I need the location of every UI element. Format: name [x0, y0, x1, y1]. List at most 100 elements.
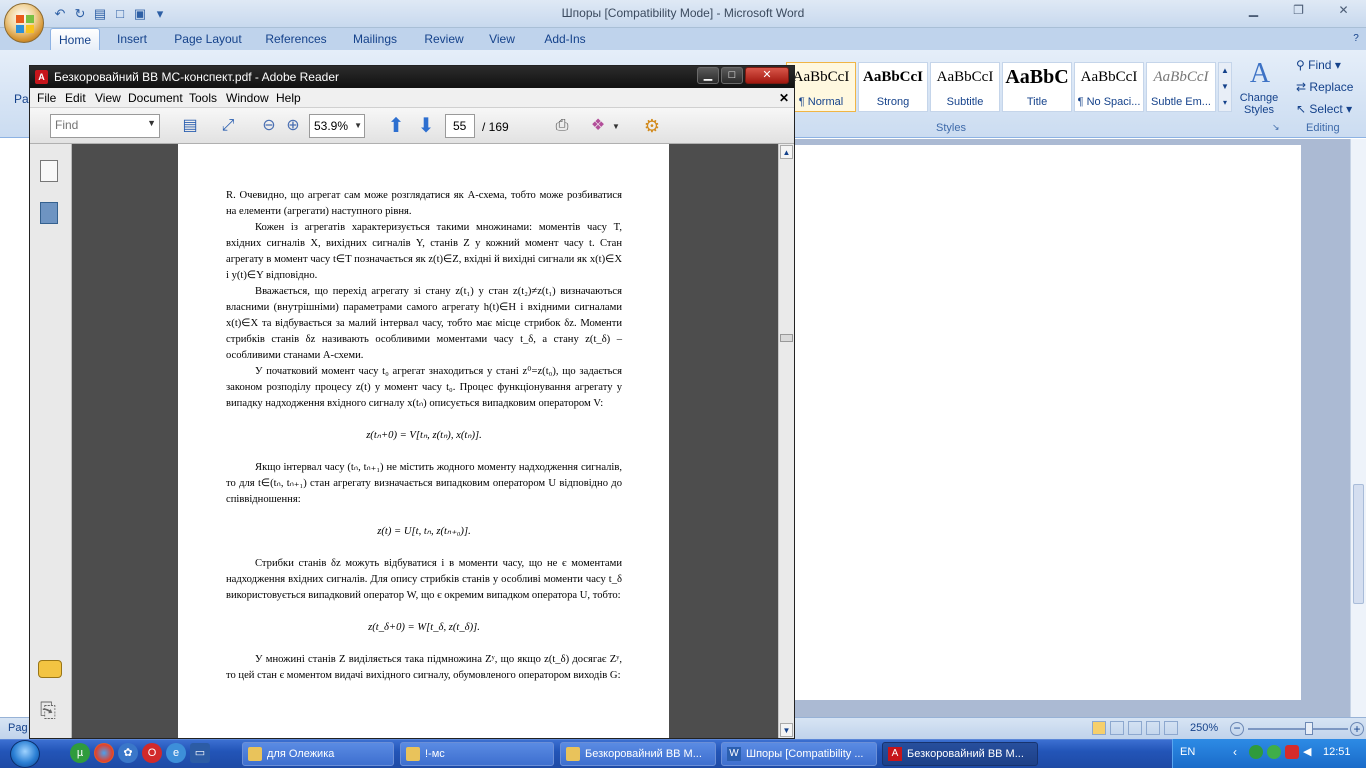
explorer-quicklaunch-icon[interactable]: ✿	[118, 743, 138, 763]
reader-maximize-icon[interactable]: □	[721, 67, 743, 84]
word-scroll-thumb[interactable]	[1353, 484, 1364, 604]
zoom-level[interactable]: 250%	[1190, 722, 1218, 734]
style-strong[interactable]: AaBbCcI Strong	[858, 62, 928, 112]
skype-tray-icon[interactable]	[1267, 745, 1281, 759]
change-styles-button[interactable]: Change Styles	[1234, 92, 1284, 116]
tray-expand-icon[interactable]: ‹	[1233, 745, 1237, 759]
start-button[interactable]	[0, 739, 56, 768]
tab-view[interactable]: View	[482, 28, 522, 50]
antivirus-tray-icon[interactable]	[1285, 745, 1299, 759]
taskbar-button-folder-olezhyk[interactable]: для Олежика	[242, 742, 394, 766]
zoom-slider-thumb[interactable]	[1305, 722, 1313, 735]
close-icon[interactable]: ✕	[1321, 0, 1366, 22]
previous-page-icon[interactable]: ⬆	[385, 116, 407, 136]
styles-gallery-scroll[interactable]: ▲ ▼ ▾	[1218, 62, 1232, 112]
paste-label[interactable]: Pa	[14, 92, 29, 106]
document-close-icon[interactable]: ✕	[779, 91, 789, 105]
taskbar-button-folder-ms[interactable]: !-мс	[400, 742, 554, 766]
chrome-icon[interactable]	[94, 743, 114, 763]
share-icon[interactable]: ❖	[587, 116, 609, 136]
find-box[interactable]: ▼	[50, 114, 160, 138]
scroll-down-icon[interactable]: ▼	[780, 723, 793, 737]
tab-add-ins[interactable]: Add-Ins	[534, 28, 596, 50]
find-input[interactable]	[51, 115, 143, 135]
utorrent-icon[interactable]: µ	[70, 743, 90, 763]
next-page-icon[interactable]: ⬇	[415, 116, 437, 136]
menu-file[interactable]: File	[37, 91, 56, 105]
full-screen-icon[interactable]	[1110, 721, 1124, 735]
status-page[interactable]: Pag	[8, 722, 28, 734]
office-button[interactable]	[4, 3, 44, 43]
share-dropdown-icon[interactable]: ▼	[612, 122, 620, 131]
clock[interactable]: 12:51	[1323, 746, 1351, 758]
word-document-page[interactable]	[795, 145, 1301, 700]
print-icon[interactable]: ⎙	[551, 116, 573, 136]
language-indicator[interactable]: EN	[1180, 746, 1195, 758]
pdf-page[interactable]: R. Очевидно, що агрегат сам може розгляд…	[178, 144, 669, 738]
reader-minimize-icon[interactable]: ▁	[697, 67, 719, 84]
tab-mailings[interactable]: Mailings	[344, 28, 406, 50]
style-subtle-emphasis[interactable]: AaBbCcI Subtle Em...	[1146, 62, 1216, 112]
menu-view[interactable]: View	[95, 91, 121, 105]
menu-tools[interactable]: Tools	[189, 91, 217, 105]
select-button[interactable]: ↖ Select ▾	[1296, 102, 1352, 116]
zoom-in-icon[interactable]: +	[1350, 722, 1364, 736]
taskbar-button-reader-active[interactable]: A Безкоровайний ВВ М...	[882, 742, 1038, 766]
style-subtitle[interactable]: AaBbCcI Subtitle	[930, 62, 1000, 112]
pages-panel-icon[interactable]	[40, 160, 58, 182]
word-vertical-scrollbar[interactable]	[1350, 139, 1366, 717]
customize-qat-icon[interactable]: ▾	[152, 6, 168, 22]
zoom-dropdown-icon[interactable]: ▼	[354, 121, 362, 130]
attachments-panel-icon[interactable]: ⎘	[40, 700, 56, 723]
replace-button[interactable]: ⇄ Replace	[1296, 80, 1353, 94]
zoom-in-icon[interactable]: ⊕	[282, 116, 304, 136]
print-layout-icon[interactable]	[1092, 721, 1106, 735]
tab-references[interactable]: References	[258, 28, 334, 50]
taskbar-button-word[interactable]: W Шпоры [Compatibility ...	[721, 742, 877, 766]
zoom-field[interactable]: 53.9% ▼	[309, 114, 365, 138]
zoom-out-icon[interactable]: −	[1230, 722, 1244, 736]
volume-icon[interactable]: ◀	[1303, 745, 1317, 759]
taskbar-button-reader-1[interactable]: Безкоровайний ВВ М...	[560, 742, 716, 766]
show-desktop-icon[interactable]: ▭	[190, 743, 210, 763]
redo-icon[interactable]: ↻	[72, 6, 88, 22]
internet-explorer-icon[interactable]: e	[166, 743, 186, 763]
menu-help[interactable]: Help	[276, 91, 301, 105]
utorrent-tray-icon[interactable]	[1249, 745, 1263, 759]
menu-window[interactable]: Window	[226, 91, 269, 105]
zoom-slider[interactable]	[1248, 728, 1348, 730]
find-dropdown-icon[interactable]: ▼	[147, 118, 156, 128]
restore-icon[interactable]: ❐	[1276, 0, 1321, 22]
web-layout-icon[interactable]	[1128, 721, 1142, 735]
help-icon[interactable]: ?	[1348, 28, 1364, 50]
undo-icon[interactable]: ↶	[52, 6, 68, 22]
reader-close-icon[interactable]: ✕	[745, 67, 789, 84]
open-icon[interactable]: ▤	[92, 6, 108, 22]
dialog-launcher-icon[interactable]: ↘	[1272, 122, 1280, 133]
page-number-field[interactable]: 55	[445, 114, 475, 138]
style-no-spacing[interactable]: AaBbCcI ¶ No Spaci...	[1074, 62, 1144, 112]
menu-edit[interactable]: Edit	[65, 91, 86, 105]
outline-icon[interactable]	[1146, 721, 1160, 735]
tab-home[interactable]: Home	[50, 28, 100, 50]
tools-icon[interactable]: ⚙	[641, 116, 663, 136]
reader-scroll-thumb[interactable]	[780, 334, 793, 342]
bookmarks-panel-icon[interactable]	[40, 202, 58, 224]
scroll-up-icon[interactable]: ▲	[780, 145, 793, 159]
reader-vertical-scrollbar[interactable]: ▲ ▼	[778, 144, 794, 738]
tab-page-layout[interactable]: Page Layout	[168, 28, 248, 50]
zoom-out-icon[interactable]: ⊖	[258, 116, 280, 136]
save-icon[interactable]: ▣	[132, 6, 148, 22]
style-normal[interactable]: AaBbCcI ¶ Normal	[786, 62, 856, 112]
minimize-icon[interactable]: ▁	[1231, 0, 1276, 22]
draft-icon[interactable]	[1164, 721, 1178, 735]
opera-icon[interactable]: O	[142, 743, 162, 763]
tab-insert[interactable]: Insert	[108, 28, 156, 50]
find-button[interactable]: ⚲ Find ▾	[1296, 58, 1341, 72]
fit-page-icon[interactable]: ⤢	[217, 116, 239, 136]
comments-panel-icon[interactable]	[38, 660, 62, 678]
new-icon[interactable]: □	[112, 6, 128, 22]
save-copy-icon[interactable]: ▤	[179, 116, 201, 136]
tab-review[interactable]: Review	[416, 28, 472, 50]
menu-document[interactable]: Document	[128, 91, 183, 105]
